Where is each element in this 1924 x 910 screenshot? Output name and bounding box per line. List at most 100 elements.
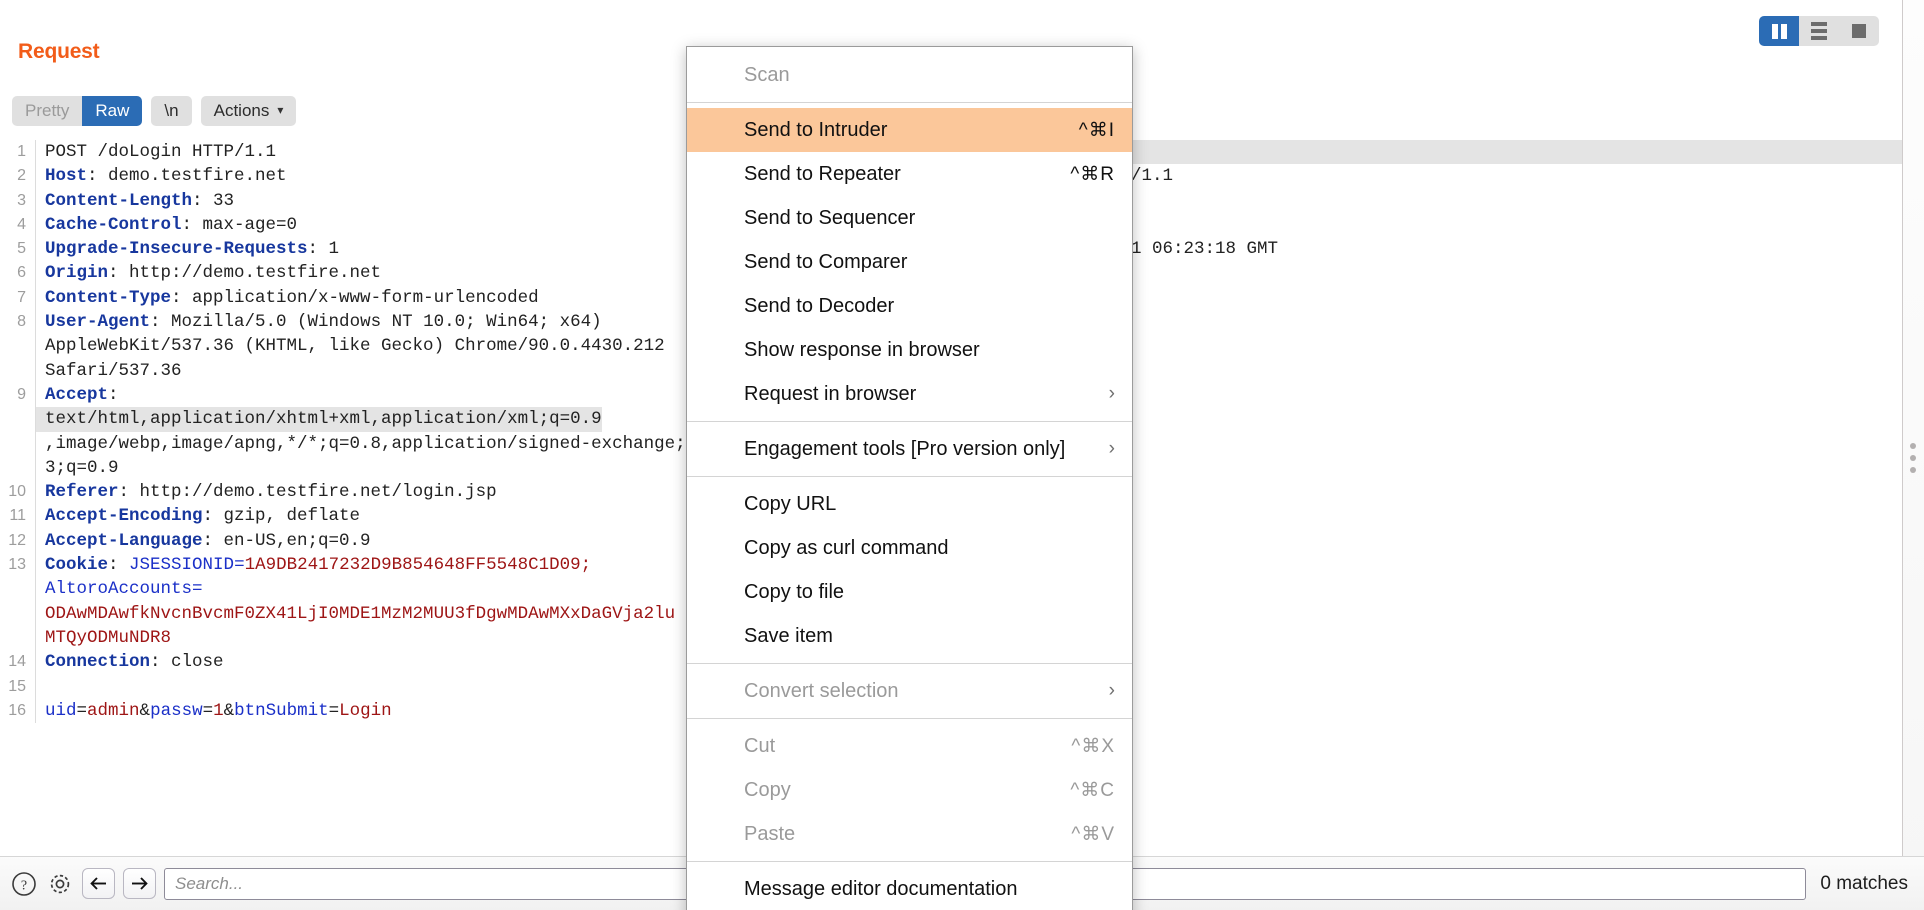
line-segment: AltoroAccounts xyxy=(45,579,193,600)
line-content[interactable]: Cache-Control: max-age=0 xyxy=(36,213,297,237)
line-content[interactable]: Host: demo.testfire.net xyxy=(36,164,287,188)
gear-icon[interactable] xyxy=(46,870,74,898)
line-segment: = xyxy=(202,700,214,721)
editor-context-menu[interactable]: Scan Send to Intruder ^⌘I Send to Repeater ^… xyxy=(686,46,1133,910)
layout-mode-group[interactable] xyxy=(1759,16,1879,46)
pane-resize-rail[interactable] xyxy=(1902,0,1924,910)
line-segment: Accept-Encoding xyxy=(45,506,203,527)
line-content[interactable]: Origin: http://demo.testfire.net xyxy=(36,261,381,285)
context-menu-item-send-to-comparer[interactable]: Send to Comparer xyxy=(687,240,1132,284)
line-content[interactable]: 3;q=0.9 xyxy=(36,456,119,480)
request-actions-button[interactable]: Actions ▾ xyxy=(200,95,297,127)
context-menu-item-copy-as-curl-command[interactable]: Copy as curl command xyxy=(687,526,1132,570)
line-segment: Cookie xyxy=(45,555,109,576)
line-number: 9 xyxy=(0,382,36,408)
context-menu-item-send-to-decoder[interactable]: Send to Decoder xyxy=(687,284,1132,328)
tab-pretty[interactable]: Pretty xyxy=(12,95,83,127)
context-menu-item-copy-to-file[interactable]: Copy to file xyxy=(687,570,1132,614)
line-content[interactable]: 302 Found xyxy=(996,140,1924,165)
line-content[interactable]: Content-Type: application/x-www-form-url… xyxy=(36,286,539,310)
line-content[interactable]: uid=admin&passw=1&btnSubmit=Login xyxy=(36,699,392,723)
context-menu-item-label: Send to Intruder xyxy=(744,118,888,141)
line-number: 10 xyxy=(0,480,36,505)
line-segment: = xyxy=(192,579,203,600)
context-menu-item-label: Request in browser xyxy=(744,382,917,405)
line-content[interactable]: Connection: close xyxy=(36,650,224,674)
request-view-mode-group[interactable]: Pretty Raw xyxy=(12,95,143,127)
burp-message-editor-window: Request Pretty Raw \n Actions ▾ 1 POST /do… xyxy=(0,0,1924,910)
line-content[interactable]: text/html,application/xhtml+xml,applicat… xyxy=(36,407,602,432)
line-content[interactable]: Referer: http://demo.testfire.net/login.… xyxy=(36,480,497,504)
context-menu-item-label: Convert selection xyxy=(744,679,899,702)
line-content[interactable]: Accept-Language: en-US,en;q=0.9 xyxy=(36,529,371,553)
context-menu-item-message-editor-documentation[interactable]: Message editor documentation xyxy=(687,867,1132,910)
context-menu-separator xyxy=(687,861,1132,862)
context-menu-item-send-to-repeater[interactable]: Send to Repeater ^⌘R xyxy=(687,152,1132,196)
request-search-placeholder: Search... xyxy=(175,873,244,893)
context-menu-item-label: Copy to file xyxy=(744,580,845,603)
line-segment: Host xyxy=(45,166,88,187)
context-menu-separator xyxy=(687,663,1132,664)
find-previous-button[interactable] xyxy=(82,868,115,899)
line-number: 7 xyxy=(0,285,36,311)
line-segment: AppleWebKit/537.36 (KHTML, like Gecko) C… xyxy=(45,336,665,357)
context-menu-item-engagement-tools-pro-version-only[interactable]: Engagement tools [Pro version only] › xyxy=(687,427,1132,471)
context-menu-item-copy: Copy ^⌘C xyxy=(687,768,1132,812)
tab-raw[interactable]: Raw xyxy=(82,95,143,127)
line-segment: : Mozilla/5.0 (Windows NT 10.0; Win64; x… xyxy=(150,312,602,333)
line-number: 6 xyxy=(0,261,36,286)
line-segment: : demo.testfire.net xyxy=(87,166,287,187)
line-content[interactable]: Content-Length: 33 xyxy=(36,189,234,213)
line-content[interactable]: AppleWebKit/537.36 (KHTML, like Gecko) C… xyxy=(36,334,665,358)
line-segment: 3;q=0.9 xyxy=(45,457,119,478)
context-menu-item-save-item[interactable]: Save item xyxy=(687,614,1132,658)
context-menu-item-label: Send to Comparer xyxy=(744,250,908,273)
single-pane-layout-button[interactable] xyxy=(1839,16,1879,46)
context-menu-separator xyxy=(687,102,1132,103)
chevron-right-icon: › xyxy=(1108,438,1115,459)
response-match-count: 0 matches xyxy=(1820,872,1908,894)
context-menu-item-label: Send to Sequencer xyxy=(744,206,916,229)
line-content[interactable]: Safari/537.36 xyxy=(36,359,182,383)
line-number: 14 xyxy=(0,650,36,675)
line-content[interactable]: User-Agent: Mozilla/5.0 (Windows NT 10.0… xyxy=(36,310,602,334)
line-segment: : xyxy=(108,384,119,405)
context-menu-item-send-to-sequencer[interactable]: Send to Sequencer xyxy=(687,196,1132,240)
line-content[interactable]: Accept-Encoding: gzip, deflate xyxy=(36,504,360,528)
context-menu-item-send-to-intruder[interactable]: Send to Intruder ^⌘I xyxy=(687,108,1132,152)
context-menu-item-request-in-browser[interactable]: Request in browser › xyxy=(687,372,1132,416)
context-menu-item-shortcut: ^⌘V xyxy=(1071,823,1115,845)
split-vertical-layout-button[interactable] xyxy=(1759,16,1799,46)
line-number xyxy=(0,455,36,481)
line-content[interactable]: POST /doLogin HTTP/1.1 xyxy=(36,140,276,164)
split-horizontal-layout-button[interactable] xyxy=(1799,16,1839,46)
context-menu-item-label: Send to Repeater xyxy=(744,162,901,185)
line-content[interactable]: ODAwMDAwfkNvcnBvcmF0ZX41LjI0MDE1MzM2MUU3… xyxy=(36,602,675,626)
line-content[interactable]: MTQyODMuNDR8 xyxy=(36,626,171,650)
resize-grip-icon xyxy=(1910,443,1916,473)
line-segment: & xyxy=(223,700,235,721)
find-next-button[interactable] xyxy=(123,868,156,899)
line-content[interactable]: ,image/webp,image/apng,*/*;q=0.8,applica… xyxy=(36,432,717,456)
context-menu-item-scan: Scan xyxy=(687,53,1132,97)
newline-toggle-button[interactable]: \n xyxy=(151,95,192,127)
line-content[interactable]: Upgrade-Insecure-Requests: 1 xyxy=(36,237,339,261)
context-menu-separator xyxy=(687,476,1132,477)
context-menu-item-label: Send to Decoder xyxy=(744,294,895,317)
context-menu-item-shortcut: ^⌘R xyxy=(1070,163,1115,185)
line-content[interactable]: AltoroAccounts= xyxy=(36,577,203,601)
line-content[interactable] xyxy=(36,675,45,699)
context-menu-item-show-response-in-browser[interactable]: Show response in browser xyxy=(687,328,1132,372)
line-content[interactable]: Accept: xyxy=(36,383,119,407)
request-pane-title: Request xyxy=(18,40,100,63)
line-number: 8 xyxy=(0,310,36,335)
line-number: 5 xyxy=(0,237,36,262)
line-segment: uid xyxy=(45,700,77,721)
context-menu-item-copy-url[interactable]: Copy URL xyxy=(687,482,1132,526)
line-number xyxy=(0,358,36,383)
line-segment: : close xyxy=(150,652,224,673)
help-circle-icon[interactable]: ? xyxy=(10,870,38,898)
line-number: 4 xyxy=(0,212,36,238)
chevron-down-icon: ▾ xyxy=(277,102,284,117)
line-content[interactable]: Cookie: JSESSIONID=1A9DB2417232D9B854648… xyxy=(36,553,591,577)
